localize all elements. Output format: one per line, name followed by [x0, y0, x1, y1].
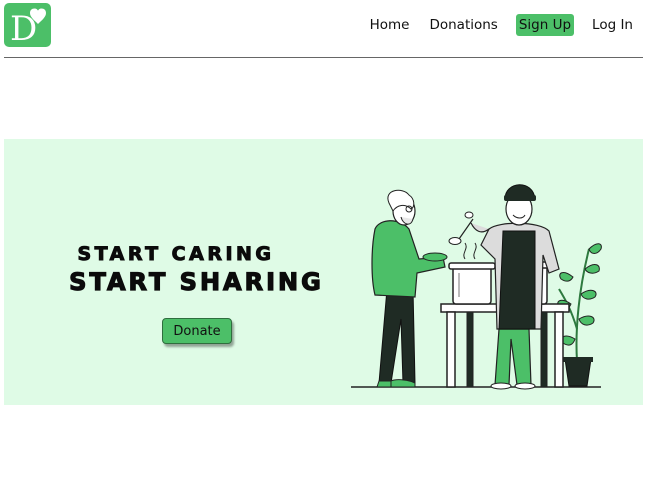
charity-food-sharing-illustration	[351, 184, 602, 390]
main-nav: Home Donations Sign Up Log In	[368, 14, 635, 36]
site-header: D Home Donations Sign Up Log In	[0, 0, 650, 58]
hero-tagline-line1: START CARING	[77, 243, 275, 266]
nav-signup-link[interactable]: Sign Up	[515, 14, 575, 36]
elderly-man-figure	[371, 189, 448, 388]
nav-home-link[interactable]: Home	[368, 14, 412, 36]
header-divider	[4, 57, 643, 58]
logo[interactable]: D	[4, 3, 51, 47]
donate-button[interactable]: Donate	[162, 318, 232, 344]
nav-donations-link[interactable]: Donations	[427, 14, 499, 36]
hero-banner: START CARING START SHARING Donate	[4, 139, 643, 405]
nav-login-link[interactable]: Log In	[590, 14, 635, 36]
logo-mark: D	[10, 8, 46, 47]
plant-icon	[557, 243, 602, 387]
hero-tagline-line2: START SHARING	[69, 267, 324, 296]
